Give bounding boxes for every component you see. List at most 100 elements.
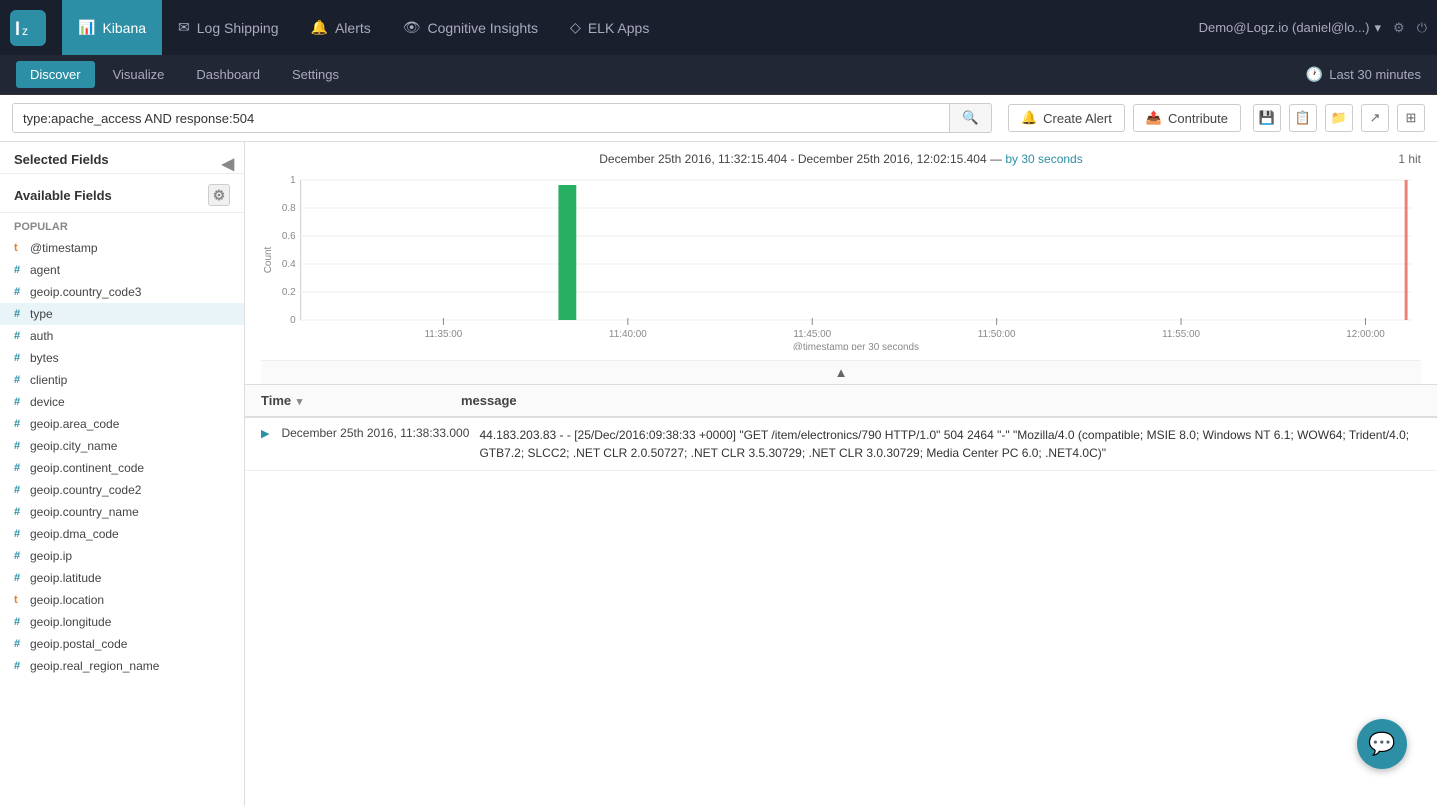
field-item-geoip-longitude[interactable]: # geoip.longitude bbox=[0, 611, 244, 633]
power-icon-btn[interactable]: ⏻ bbox=[1417, 20, 1427, 36]
nav-item-kibana-label: Kibana bbox=[102, 20, 146, 36]
field-item-clientip[interactable]: # clientip bbox=[0, 369, 244, 391]
sub-navigation: Discover Visualize Dashboard Settings 🕐 … bbox=[0, 55, 1437, 95]
chart-collapse-button[interactable]: ▲ bbox=[261, 360, 1421, 384]
nav-item-log-shipping[interactable]: ✉ Log Shipping bbox=[162, 0, 294, 55]
svg-text:0: 0 bbox=[290, 315, 296, 326]
available-fields-title: Available Fields ⚙ bbox=[0, 174, 244, 213]
svg-text:0.4: 0.4 bbox=[282, 259, 296, 270]
field-item-timestamp[interactable]: t @timestamp bbox=[0, 237, 244, 259]
main-content: December 25th 2016, 11:32:15.404 - Decem… bbox=[245, 142, 1437, 806]
field-tag-geoip-real-region-name: # bbox=[14, 660, 24, 672]
nav-item-alerts-label: Alerts bbox=[335, 20, 371, 36]
search-input[interactable] bbox=[13, 104, 949, 132]
results-table: Time ▾ message ▶ December 25th 2016, 11:… bbox=[245, 385, 1437, 806]
field-item-geoip-location[interactable]: t geoip.location bbox=[0, 589, 244, 611]
svg-text:l: l bbox=[15, 19, 20, 39]
search-input-wrap: 🔍 bbox=[12, 103, 992, 133]
grid-icon-btn[interactable]: ⊞ bbox=[1397, 104, 1425, 132]
elk-apps-icon: ◇ bbox=[570, 19, 581, 36]
logo-icon: l z bbox=[10, 10, 46, 46]
interval-link[interactable]: by 30 seconds bbox=[1005, 152, 1082, 166]
open-icon-btn[interactable]: ↗ bbox=[1361, 104, 1389, 132]
create-alert-button[interactable]: 🔔 Create Alert bbox=[1008, 104, 1125, 132]
field-item-geoip-dma-code[interactable]: # geoip.dma_code bbox=[0, 523, 244, 545]
col-header-message: message bbox=[461, 393, 1421, 408]
svg-text:11:55:00: 11:55:00 bbox=[1162, 329, 1200, 340]
sub-nav-dashboard[interactable]: Dashboard bbox=[182, 61, 274, 88]
nav-item-kibana[interactable]: 📊 Kibana bbox=[62, 0, 162, 55]
field-item-geoip-ip[interactable]: # geoip.ip bbox=[0, 545, 244, 567]
save-icon-btn[interactable]: 💾 bbox=[1253, 104, 1281, 132]
field-tag-geoip-location: t bbox=[14, 594, 24, 606]
fields-settings-btn[interactable]: ⚙ bbox=[208, 184, 230, 206]
field-tag-geoip-country-code3: # bbox=[14, 286, 24, 298]
main-layout: Selected Fields ◀ Available Fields ⚙ Pop… bbox=[0, 142, 1437, 806]
chevron-up-icon: ▲ bbox=[835, 365, 848, 380]
svg-text:0.6: 0.6 bbox=[282, 231, 296, 242]
toolbar-icons: 💾 📋 📁 ↗ ⊞ bbox=[1253, 104, 1425, 132]
sub-nav-visualize[interactable]: Visualize bbox=[99, 61, 179, 88]
sub-nav-settings[interactable]: Settings bbox=[278, 61, 353, 88]
field-tag-geoip-country-name: # bbox=[14, 506, 24, 518]
svg-text:11:45:00: 11:45:00 bbox=[793, 329, 831, 340]
field-item-geoip-real-region-name[interactable]: # geoip.real_region_name bbox=[0, 655, 244, 677]
sidebar: Selected Fields ◀ Available Fields ⚙ Pop… bbox=[0, 142, 245, 806]
nav-item-cognitive-insights-label: Cognitive Insights bbox=[428, 20, 539, 36]
contribute-icon: 📤 bbox=[1146, 110, 1162, 126]
field-item-geoip-city-name[interactable]: # geoip.city_name bbox=[0, 435, 244, 457]
nav-item-cognitive-insights[interactable]: 👁 Cognitive Insights bbox=[387, 0, 554, 55]
field-item-geoip-country-code2[interactable]: # geoip.country_code2 bbox=[0, 479, 244, 501]
logo[interactable]: l z bbox=[10, 10, 52, 46]
nav-items: 📊 Kibana ✉ Log Shipping 🔔 Alerts 👁 Cogni… bbox=[62, 0, 1199, 55]
field-item-auth[interactable]: # auth bbox=[0, 325, 244, 347]
search-button[interactable]: 🔍 bbox=[949, 104, 991, 132]
row-message: 44.183.203.83 - - [25/Dec/2016:09:38:33 … bbox=[479, 426, 1421, 462]
field-tag-geoip-longitude: # bbox=[14, 616, 24, 628]
share-icon-btn[interactable]: 📁 bbox=[1325, 104, 1353, 132]
hits-badge: 1 hit bbox=[1398, 152, 1421, 166]
chevron-down-icon: ▾ bbox=[1375, 20, 1382, 36]
field-item-geoip-country-name[interactable]: # geoip.country_name bbox=[0, 501, 244, 523]
field-tag-geoip-postal-code: # bbox=[14, 638, 24, 650]
field-item-geoip-latitude[interactable]: # geoip.latitude bbox=[0, 567, 244, 589]
sidebar-collapse-btn[interactable]: ◀ bbox=[222, 154, 234, 174]
svg-text:11:40:00: 11:40:00 bbox=[609, 329, 647, 340]
chat-button[interactable]: 💬 bbox=[1357, 719, 1407, 769]
field-item-geoip-postal-code[interactable]: # geoip.postal_code bbox=[0, 633, 244, 655]
load-icon-btn[interactable]: 📋 bbox=[1289, 104, 1317, 132]
field-item-geoip-continent-code[interactable]: # geoip.continent_code bbox=[0, 457, 244, 479]
field-item-geoip-country-code3[interactable]: # geoip.country_code3 bbox=[0, 281, 244, 303]
field-item-geoip-area-code[interactable]: # geoip.area_code bbox=[0, 413, 244, 435]
table-row: ▶ December 25th 2016, 11:38:33.000 44.18… bbox=[245, 418, 1437, 471]
svg-text:0.2: 0.2 bbox=[282, 287, 296, 298]
nav-item-alerts[interactable]: 🔔 Alerts bbox=[295, 0, 387, 55]
histogram-chart: 0 0.2 0.4 0.6 0.8 1 Count bbox=[261, 170, 1421, 350]
popular-label: Popular bbox=[0, 213, 244, 237]
chart-svg: 0 0.2 0.4 0.6 0.8 1 Count bbox=[261, 170, 1421, 360]
field-item-device[interactable]: # device bbox=[0, 391, 244, 413]
nav-right: Demo@Logz.io (daniel@lo...) ▾ ⚙ ⏻ bbox=[1199, 20, 1427, 36]
field-tag-bytes: # bbox=[14, 352, 24, 364]
field-tag-geoip-area-code: # bbox=[14, 418, 24, 430]
field-tag-geoip-dma-code: # bbox=[14, 528, 24, 540]
field-tag-geoip-continent-code: # bbox=[14, 462, 24, 474]
user-menu[interactable]: Demo@Logz.io (daniel@lo...) ▾ bbox=[1199, 20, 1381, 36]
field-item-type[interactable]: # type bbox=[0, 303, 244, 325]
nav-item-elk-apps[interactable]: ◇ ELK Apps bbox=[554, 0, 665, 55]
sub-nav-discover[interactable]: Discover bbox=[16, 61, 95, 88]
col-header-time[interactable]: Time ▾ bbox=[261, 393, 461, 408]
alerts-icon: 🔔 bbox=[311, 19, 328, 36]
table-header: Time ▾ message bbox=[245, 385, 1437, 418]
field-item-agent[interactable]: # agent bbox=[0, 259, 244, 281]
selected-fields-title: Selected Fields ◀ bbox=[0, 142, 244, 174]
log-shipping-icon: ✉ bbox=[178, 19, 190, 36]
field-item-bytes[interactable]: # bytes bbox=[0, 347, 244, 369]
field-tag-type: # bbox=[14, 308, 24, 320]
settings-icon-btn[interactable]: ⚙ bbox=[1393, 20, 1405, 36]
field-tag-clientip: # bbox=[14, 374, 24, 386]
contribute-button[interactable]: 📤 Contribute bbox=[1133, 104, 1241, 132]
field-tag-auth: # bbox=[14, 330, 24, 342]
field-tag-agent: # bbox=[14, 264, 24, 276]
row-expand-btn[interactable]: ▶ bbox=[261, 427, 269, 440]
